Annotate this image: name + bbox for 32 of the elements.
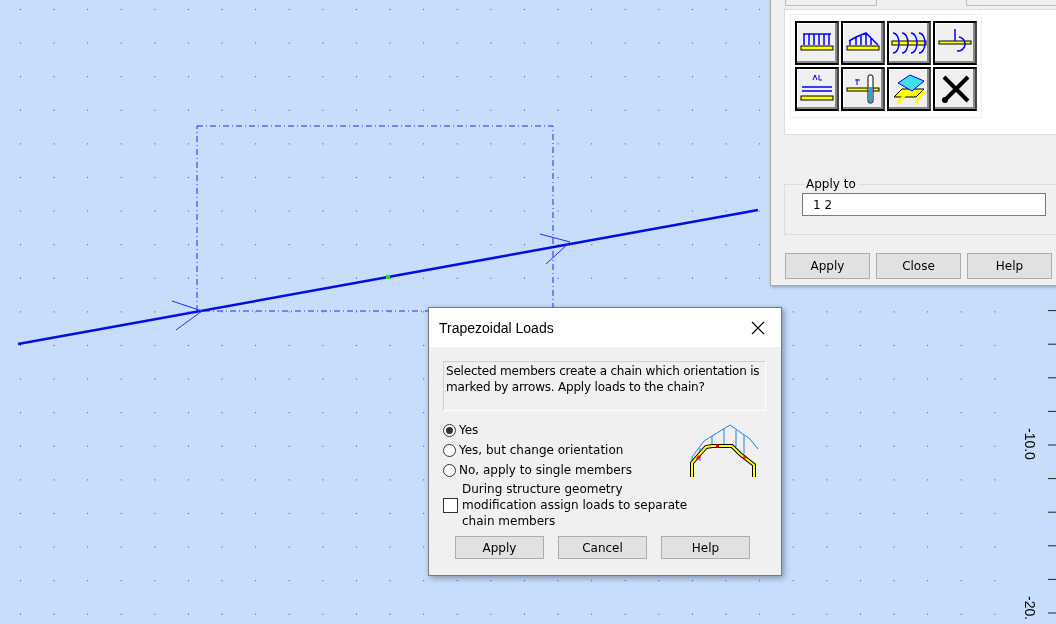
radio-label: No, apply to single members [459,463,632,477]
load-type-button[interactable] [841,67,885,111]
load-type-button[interactable] [795,21,839,65]
node-point[interactable] [386,275,390,279]
panel-button[interactable]: Help [967,253,1052,279]
dialog-message: Selected members create a chain which orientation is marked by arrows. Apply loads to the chain? [443,361,766,411]
group-label: Apply to [805,177,857,191]
ruler-label: -20. [1022,596,1038,621]
dialog-button[interactable]: Apply [455,536,544,559]
radio-label: Yes [459,423,479,437]
thermal-load-icon [844,71,882,107]
checkbox[interactable] [443,497,458,513]
dialog-button[interactable]: Cancel [558,536,647,559]
checkbox-label: During structure geometry modification assign loads to separate chain members [462,481,689,529]
load-type-button[interactable] [933,21,977,65]
load-type-button[interactable] [887,67,931,111]
radio-button[interactable] [443,463,456,477]
close-icon[interactable] [751,320,765,335]
radio-button[interactable] [443,423,456,437]
bar-member[interactable] [17,208,759,346]
radio-label: Yes, but change orientation [459,443,624,457]
panel-button[interactable]: Apply [785,253,870,279]
load-type-button[interactable] [887,21,931,65]
dialog-title: Trapezoidal Loads [439,319,554,336]
load-type-button[interactable] [795,67,839,111]
apply-to-field[interactable]: 1 2 [802,193,1046,216]
load-type-button[interactable] [841,21,885,65]
ruler-label: -10.0 [1022,428,1038,460]
radio-button[interactable] [443,443,456,457]
load-type-button[interactable] [933,67,977,111]
dialog-button[interactable]: Help [661,536,750,559]
panel-button[interactable]: Close [876,253,961,279]
